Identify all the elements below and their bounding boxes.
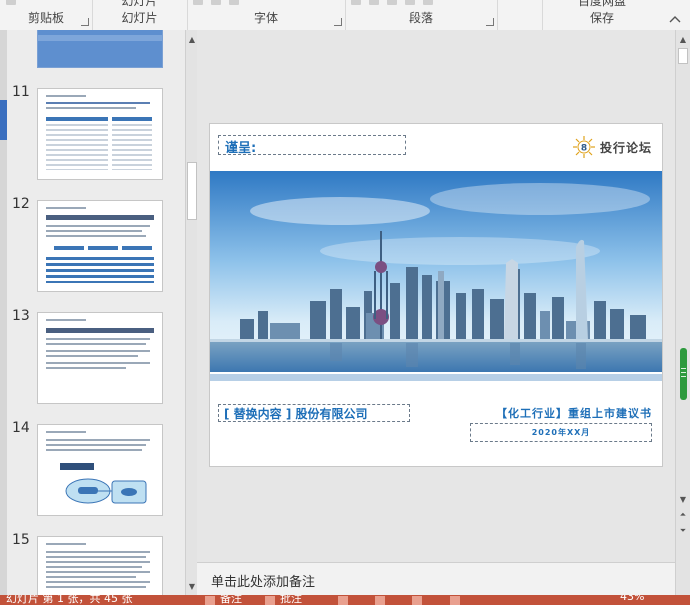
paragraph-launcher-icon[interactable] bbox=[486, 18, 494, 26]
slide-thumbnail-12[interactable] bbox=[37, 200, 163, 292]
to-label: 谨呈: bbox=[225, 141, 257, 156]
slide-sorter-icon[interactable] bbox=[375, 596, 385, 605]
drawing-group[interactable] bbox=[497, 0, 543, 30]
font-group[interactable]: 字体 bbox=[187, 0, 346, 30]
date-placeholder-box[interactable]: 2020年XX月 bbox=[470, 423, 652, 442]
slides-group-label: 幻灯片 bbox=[121, 11, 158, 25]
slide-number: 11 bbox=[12, 84, 30, 100]
notes-toggle-button[interactable]: 备注 bbox=[220, 595, 242, 605]
font-launcher-icon[interactable] bbox=[334, 18, 342, 26]
paragraph-group-label: 段落 bbox=[408, 11, 433, 25]
logo: 8 投行论坛 bbox=[572, 135, 660, 159]
notes-placeholder[interactable]: 单击此处添加备注 bbox=[211, 571, 315, 590]
slide-thumbnail-13[interactable] bbox=[37, 312, 163, 404]
next-slide-icon[interactable]: ⏷ bbox=[677, 524, 689, 538]
clipboard-group-label: 剪贴板 bbox=[27, 11, 64, 25]
city-skyline-image bbox=[210, 171, 662, 372]
paragraph-group[interactable]: 段落 bbox=[345, 0, 498, 30]
scroll-grip-handle[interactable] bbox=[680, 348, 687, 400]
scroll-down-arrow-icon[interactable]: ▼ bbox=[677, 492, 689, 506]
scroll-down-arrow-icon[interactable]: ▼ bbox=[186, 579, 197, 593]
sun-logo-icon: 8 bbox=[573, 136, 595, 158]
slide-scroll-thumb[interactable] bbox=[678, 48, 688, 64]
slides-group[interactable]: 幻灯片 幻灯片 bbox=[92, 0, 188, 30]
window-left-edge bbox=[0, 30, 7, 595]
company-placeholder-box[interactable]: [ 替换内容 ] 股份有限公司 bbox=[218, 404, 410, 422]
slide-number: 14 bbox=[12, 420, 30, 436]
reading-view-icon[interactable] bbox=[412, 596, 422, 605]
slide-thumbnail-pane[interactable]: 11 12 13 14 15 ▲ ▼ bbox=[7, 30, 197, 595]
diagram-mini-icon bbox=[60, 463, 147, 504]
status-bar: 幻灯片 第 1 张，共 45 张 备注 批注 43% bbox=[0, 595, 690, 605]
thumbnail-scroll-thumb[interactable] bbox=[187, 162, 197, 220]
slide-thumbnail-15[interactable] bbox=[37, 536, 163, 595]
logo-number: 8 bbox=[581, 144, 587, 154]
slide-number: 13 bbox=[12, 308, 30, 324]
slide-number: 12 bbox=[12, 196, 30, 212]
new-slide-button[interactable]: 幻灯片 bbox=[92, 0, 187, 9]
normal-view-icon[interactable] bbox=[338, 596, 348, 605]
baidu-netdisk-button[interactable]: 百度网盘 bbox=[542, 0, 662, 9]
zoom-level[interactable]: 43% bbox=[620, 595, 644, 603]
comments-toggle-button[interactable]: 批注 bbox=[280, 595, 302, 605]
slide-scrollbar[interactable]: ▲ ▼ ⏶ ⏷ bbox=[675, 30, 690, 595]
date-text: 2020年XX月 bbox=[531, 428, 591, 437]
slideshow-icon[interactable] bbox=[450, 596, 460, 605]
banner-divider bbox=[210, 374, 662, 381]
scroll-up-arrow-icon[interactable]: ▲ bbox=[186, 32, 197, 46]
left-accent bbox=[0, 100, 7, 140]
collapse-ribbon-icon[interactable] bbox=[668, 14, 682, 24]
save-group-label: 保存 bbox=[589, 11, 614, 25]
slide-counter: 幻灯片 第 1 张，共 45 张 bbox=[6, 595, 133, 605]
thumbnail-scrollbar[interactable]: ▲ ▼ bbox=[185, 30, 197, 595]
company-name: [ 替换内容 ] 股份有限公司 bbox=[224, 407, 368, 421]
save-group[interactable]: 百度网盘 保存 bbox=[542, 0, 662, 30]
slide-thumbnail-10[interactable] bbox=[37, 30, 163, 68]
logo-text: 投行论坛 bbox=[600, 141, 653, 155]
notes-pane[interactable]: 单击此处添加备注 bbox=[197, 562, 675, 595]
slide-thumbnail-14[interactable] bbox=[37, 424, 163, 516]
proposal-title[interactable]: 【化工行业】重组上市建议书 bbox=[472, 405, 652, 421]
to-placeholder-box[interactable]: 谨呈: bbox=[218, 135, 406, 156]
notes-toggle-icon[interactable] bbox=[205, 596, 215, 605]
slide-editing-area[interactable]: 谨呈: 8 投行论坛 [替换内容] 股份有限公司 【化工行业】重组上市建议书… bbox=[197, 30, 675, 562]
comments-toggle-icon[interactable] bbox=[265, 596, 275, 605]
clipboard-launcher-icon[interactable] bbox=[81, 18, 89, 26]
previous-slide-icon[interactable]: ⏶ bbox=[677, 508, 689, 522]
scroll-up-arrow-icon[interactable]: ▲ bbox=[677, 32, 689, 46]
slide-number: 15 bbox=[12, 532, 30, 548]
clipboard-group[interactable]: 剪贴板 bbox=[0, 0, 93, 30]
ribbon: 剪贴板 幻灯片 幻灯片 字体 段落 百度网盘 保存 bbox=[0, 0, 690, 31]
current-slide[interactable]: 谨呈: 8 投行论坛 [替换内容] 股份有限公司 【化工行业】重组上市建议书… bbox=[209, 123, 663, 467]
font-group-label: 字体 bbox=[253, 11, 278, 25]
slide-thumbnail-11[interactable] bbox=[37, 88, 163, 180]
